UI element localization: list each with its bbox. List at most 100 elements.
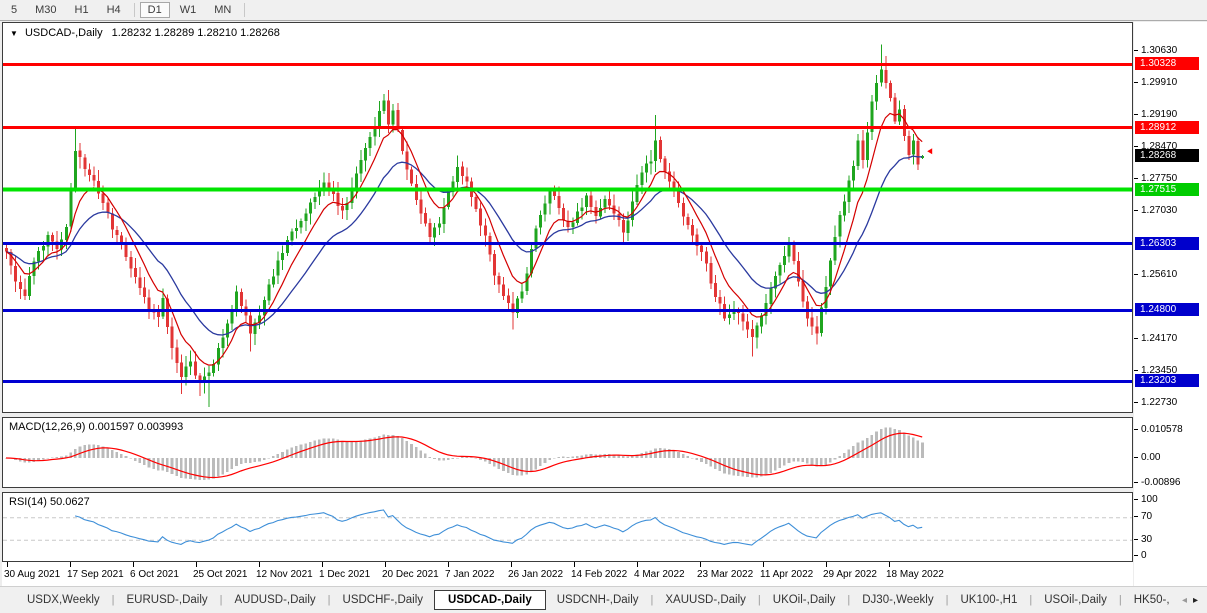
chart-tab-ukoil-daily[interactable]: UKOil-,Daily <box>762 591 847 609</box>
date-tick-label: 11 Apr 2022 <box>760 569 813 580</box>
chart-tab-dj30-weekly[interactable]: DJ30-,Weekly <box>851 591 944 609</box>
chart-tab-usoil-daily[interactable]: USOil-,Daily <box>1033 591 1118 609</box>
tab-separator: | <box>220 594 223 606</box>
chart-tab-usdx-weekly[interactable]: USDX,Weekly <box>16 591 111 609</box>
timeframe-button-5[interactable]: 5 <box>3 2 25 18</box>
tab-separator: | <box>758 594 761 606</box>
chart-tab-eurusd-daily[interactable]: EURUSD-,Daily <box>116 591 219 609</box>
timeframe-toolbar: 5M30H1H4 D1W1MN <box>0 0 1207 21</box>
indicator-axis-label: -0.00896 <box>1141 477 1180 488</box>
tab-separator: | <box>651 594 654 606</box>
chart-title: ▼ USDCAD-,Daily 1.28232 1.28289 1.28210 … <box>10 27 280 39</box>
price-level-badge: 1.26303 <box>1135 237 1199 250</box>
chart-tab-usdcnh-daily[interactable]: USDCNH-,Daily <box>546 591 650 609</box>
indicator-axis-label: 100 <box>1141 494 1158 505</box>
macd-histogram <box>5 428 924 480</box>
candles-layer <box>5 45 924 408</box>
ohlc-values: 1.28232 1.28289 1.28210 1.28268 <box>112 27 280 39</box>
date-tick-label: 18 May 2022 <box>886 569 944 580</box>
indicator-axis-label: 0.00 <box>1141 452 1160 463</box>
price-level-badge: 1.23203 <box>1135 374 1199 387</box>
tabs-scroll-left-icon[interactable]: ◂ <box>1182 595 1187 606</box>
price-axis: 1.306301.299101.291901.284701.277501.270… <box>1134 22 1207 586</box>
chart-tab-hk50[interactable]: HK50-, <box>1123 591 1181 609</box>
tab-separator: | <box>1119 594 1122 606</box>
timeframe-button-h4[interactable]: H4 <box>99 2 129 18</box>
macd-panel[interactable]: MACD(12,26,9) 0.001597 0.003993 <box>2 417 1133 488</box>
date-tick-mark <box>700 562 701 567</box>
timeframe-button-d1[interactable]: D1 <box>140 2 170 18</box>
date-tick-label: 14 Feb 2022 <box>571 569 627 580</box>
timeframe-button-w1[interactable]: W1 <box>172 2 205 18</box>
date-tick-label: 12 Nov 2021 <box>256 569 313 580</box>
rsi-chart <box>3 493 1132 561</box>
chevron-down-icon[interactable]: ▼ <box>10 29 18 38</box>
price-level-badge: 1.24800 <box>1135 303 1199 316</box>
date-tick-mark <box>385 562 386 567</box>
date-tick-mark <box>7 562 8 567</box>
chart-tab-uk100-h1[interactable]: UK100-,H1 <box>949 591 1028 609</box>
chart-tabs: USDX,Weekly|EURUSD-,Daily|AUDUSD-,Daily|… <box>16 590 1181 610</box>
date-tick-label: 20 Dec 2021 <box>382 569 439 580</box>
date-tick-mark <box>511 562 512 567</box>
date-tick-label: 7 Jan 2022 <box>445 569 495 580</box>
date-tick-label: 30 Aug 2021 <box>4 569 60 580</box>
toolbar-separator <box>244 3 245 17</box>
indicator-axis-label: 0.010578 <box>1141 424 1183 435</box>
date-tick-mark <box>70 562 71 567</box>
main-chart-panel[interactable]: ▼ USDCAD-,Daily 1.28232 1.28289 1.28210 … <box>2 22 1133 413</box>
date-tick-mark <box>259 562 260 567</box>
symbol-period-label: USDCAD-,Daily <box>25 27 103 39</box>
date-tick-mark <box>322 562 323 567</box>
date-tick-mark <box>133 562 134 567</box>
macd-signal-line <box>6 433 922 477</box>
toolbar-separator <box>134 3 135 17</box>
tab-separator: | <box>946 594 949 606</box>
date-tick-label: 1 Dec 2021 <box>319 569 370 580</box>
date-tick-mark <box>763 562 764 567</box>
chart-tab-xauusd-daily[interactable]: XAUUSD-,Daily <box>654 591 757 609</box>
tabs-scroll-right-icon[interactable]: ▸ <box>1193 595 1198 606</box>
trading-app-window: 5M30H1H4 D1W1MN ▼ USDCAD-,Daily 1.28232 1… <box>0 0 1207 613</box>
tab-separator: | <box>1029 594 1032 606</box>
date-tick-mark <box>574 562 575 567</box>
macd-title: MACD(12,26,9) 0.001597 0.003993 <box>9 421 183 433</box>
date-tick-mark <box>889 562 890 567</box>
date-tick-label: 6 Oct 2021 <box>130 569 179 580</box>
rsi-title: RSI(14) 50.0627 <box>9 496 90 508</box>
ma-slow-line <box>6 156 922 335</box>
date-tick-label: 17 Sep 2021 <box>67 569 124 580</box>
date-axis: 30 Aug 2021 17 Sep 2021 6 Oct 2021 25 Oct 2… <box>2 562 1133 586</box>
price-level-badge: 1.27515 <box>1135 183 1199 196</box>
chart-tab-usdcad-daily[interactable]: USDCAD-,Daily <box>434 590 546 610</box>
indicator-axis-label: 30 <box>1141 534 1152 545</box>
date-tick-mark <box>448 562 449 567</box>
chart-workspace: ▼ USDCAD-,Daily 1.28232 1.28289 1.28210 … <box>0 21 1207 586</box>
ma-fast-line <box>6 113 922 365</box>
current-price-marker <box>927 148 932 154</box>
date-tick-label: 25 Oct 2021 <box>193 569 247 580</box>
date-tick-label: 26 Jan 2022 <box>508 569 563 580</box>
timeframe-button-m30[interactable]: M30 <box>27 2 64 18</box>
price-level-badge: 1.28268 <box>1135 149 1199 162</box>
price-level-badge: 1.28912 <box>1135 121 1199 134</box>
chart-tab-audusd-daily[interactable]: AUDUSD-,Daily <box>224 591 327 609</box>
candlestick-chart[interactable] <box>3 23 1132 412</box>
tab-separator: | <box>847 594 850 606</box>
chart-tab-usdchf-daily[interactable]: USDCHF-,Daily <box>332 591 435 609</box>
indicator-axis-label: 70 <box>1141 511 1152 522</box>
tabs-scroll: ◂ ▸ <box>1177 587 1203 613</box>
chart-tabs-bar: USDX,Weekly|EURUSD-,Daily|AUDUSD-,Daily|… <box>0 586 1207 613</box>
date-tick-mark <box>637 562 638 567</box>
rsi-panel[interactable]: RSI(14) 50.0627 <box>2 492 1133 562</box>
date-tick-label: 4 Mar 2022 <box>634 569 685 580</box>
tab-separator: | <box>112 594 115 606</box>
timeframe-button-h1[interactable]: H1 <box>67 2 97 18</box>
indicator-axis-label: 0 <box>1141 550 1147 561</box>
date-tick-label: 29 Apr 2022 <box>823 569 877 580</box>
tab-separator: | <box>328 594 331 606</box>
price-level-badge: 1.30328 <box>1135 57 1199 70</box>
timeframe-button-mn[interactable]: MN <box>206 2 239 18</box>
date-tick-label: 23 Mar 2022 <box>697 569 753 580</box>
date-tick-mark <box>196 562 197 567</box>
